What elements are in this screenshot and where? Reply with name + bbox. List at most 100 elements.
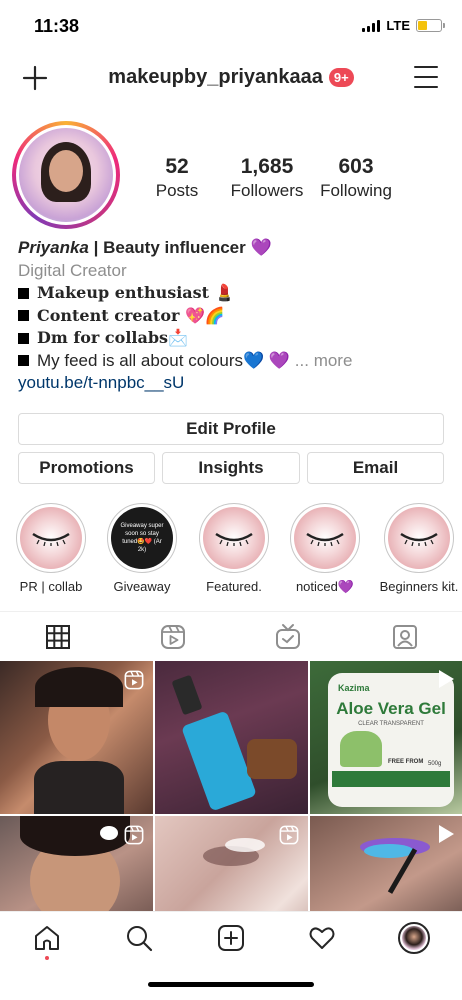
posts-count: 52 [165, 155, 189, 178]
highlight-cover [388, 507, 450, 569]
following-label: Following [320, 181, 392, 200]
username: makeupby_priyankaaa [108, 66, 323, 88]
bio-line: Makeup enthusiast 💄 [18, 282, 448, 305]
reel-icon [123, 824, 145, 851]
profile-header: makeupby_priyankaaa 9+ [0, 50, 462, 106]
followers-count: 1,685 [240, 155, 294, 178]
profile-tabs [0, 611, 462, 662]
followers-label: Followers [230, 181, 304, 200]
status-indicators: LTE [362, 18, 445, 33]
avatar [19, 128, 113, 222]
battery-icon [416, 19, 445, 32]
home-icon [35, 926, 59, 950]
product-free-from: FREE FROM [388, 759, 424, 765]
post-thumbnail[interactable] [0, 661, 153, 814]
reels-icon [160, 625, 185, 649]
bio-more-link[interactable]: ... more [295, 351, 353, 370]
highlight-label: PR | collab [19, 579, 83, 594]
hamburger-icon [414, 66, 438, 68]
play-icon [437, 669, 455, 694]
tab-tagged[interactable] [347, 612, 462, 662]
tab-igtv[interactable] [230, 612, 345, 662]
posts-label: Posts [155, 181, 199, 200]
bio-name-line: Priyanka | Beauty influencer 💜 [18, 237, 448, 260]
profile-avatar[interactable] [12, 121, 120, 229]
highlight-beginners-kit[interactable]: Beginners kit. [376, 503, 462, 594]
highlight-label: Beginners kit. [379, 579, 459, 594]
profile-category: Digital Creator [18, 260, 127, 280]
highlight-featured[interactable]: Featured. [194, 503, 274, 594]
igtv-icon [275, 624, 300, 649]
closed-eye-icon [400, 532, 438, 546]
status-bar: 11:38 LTE [0, 0, 462, 50]
bio-website-link[interactable]: youtu.be/t-nnpbc__sU [18, 372, 448, 395]
tab-grid[interactable] [0, 612, 115, 662]
play-icon [437, 824, 455, 849]
product-title: Aloe Vera Gel [336, 699, 446, 718]
network-label: LTE [386, 18, 410, 33]
heart-icon [309, 927, 335, 949]
highlight-giveaway[interactable]: Giveaway super soon so stay tuned🤩❤️ (Ar… [102, 503, 182, 594]
following-count: 603 [338, 155, 374, 178]
highlight-label: Featured. [206, 579, 262, 594]
following-stat[interactable]: 603 Following [316, 155, 396, 201]
tagged-icon [392, 625, 417, 649]
post-thumbnail[interactable]: Kazima Aloe Vera Gel CLEAR TRANSPARENT F… [310, 661, 462, 814]
menu-button[interactable] [414, 66, 438, 88]
followers-stat[interactable]: 1,685 Followers [226, 155, 308, 201]
edit-profile-button[interactable]: Edit Profile [18, 413, 444, 445]
bio-line: Dm for collabs📩 [18, 327, 448, 350]
product-subtitle: CLEAR TRANSPARENT [358, 721, 424, 727]
nav-activity[interactable] [308, 924, 336, 952]
closed-eye-icon [306, 532, 344, 546]
bio-headline: | Beauty influencer 💜 [93, 238, 272, 257]
bio-line-text: Content creator 💖🌈 [37, 305, 225, 325]
highlight-label: noticed💜 [295, 579, 355, 594]
bullet-icon [18, 332, 29, 344]
closed-eye-icon [32, 532, 70, 546]
bio-line: My feed is all about colours💙 💜 ... more [18, 350, 448, 373]
tab-reels[interactable] [115, 612, 230, 662]
highlight-noticed[interactable]: noticed💜 [285, 503, 365, 595]
add-post-icon [218, 925, 244, 951]
nav-search[interactable] [125, 924, 153, 952]
nav-profile[interactable] [398, 922, 430, 954]
posts-stat[interactable]: 52 Posts [146, 155, 208, 201]
closed-eye-icon [215, 532, 253, 546]
reel-icon [278, 824, 300, 851]
status-time: 11:38 [34, 16, 80, 36]
highlight-cover [294, 507, 356, 569]
home-indicator[interactable] [148, 982, 314, 987]
bullet-icon [18, 310, 29, 322]
signal-icon [362, 19, 381, 32]
email-button[interactable]: Email [307, 452, 444, 484]
bullet-icon [18, 287, 29, 299]
bio-line-text: Makeup enthusiast 💄 [37, 283, 235, 302]
posts-grid: Kazima Aloe Vera Gel CLEAR TRANSPARENT F… [0, 661, 462, 969]
nav-create[interactable] [217, 924, 245, 952]
bio-line-text: My feed is all about colours💙 💜 [37, 350, 291, 370]
nav-home[interactable] [33, 924, 61, 952]
product-brand: Kazima [338, 683, 370, 693]
highlight-label: Giveaway [113, 579, 171, 594]
profile-avatar-icon [402, 926, 426, 950]
grid-icon [45, 624, 70, 649]
search-icon [127, 926, 153, 952]
insights-button[interactable]: Insights [162, 452, 300, 484]
bio-line: Content creator 💖🌈 [18, 305, 448, 328]
highlight-cover [20, 507, 82, 569]
bullet-icon [18, 355, 29, 367]
username-switcher[interactable]: makeupby_priyankaaa 9+ [0, 66, 462, 89]
notification-badge: 9+ [328, 68, 354, 87]
profile-bio: Priyanka | Beauty influencer 💜 Digital C… [18, 237, 448, 395]
promotions-button[interactable]: Promotions [18, 452, 155, 484]
post-thumbnail[interactable] [155, 661, 308, 814]
bio-line-text: Dm for collabs📩 [37, 328, 188, 347]
highlight-cover: Giveaway super soon so stay tuned🤩❤️ (Ar… [111, 507, 173, 569]
home-notification-dot [45, 956, 49, 960]
product-weight: 500g [428, 761, 442, 767]
highlight-cover [203, 507, 265, 569]
display-name: Priyanka [18, 238, 89, 257]
highlight-pr-collab[interactable]: PR | collab [11, 503, 91, 594]
reel-icon [123, 669, 145, 696]
